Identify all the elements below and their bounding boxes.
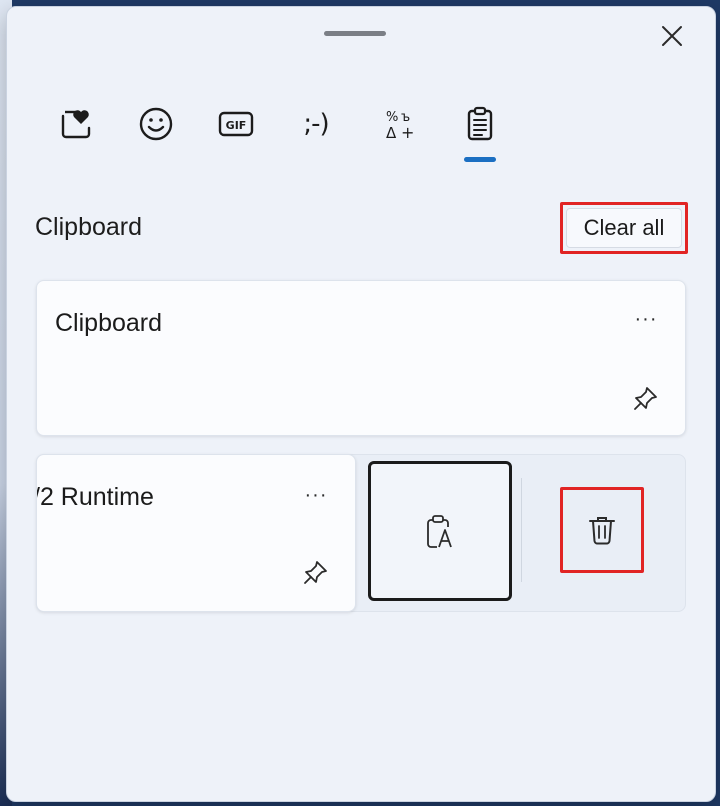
clipboard-item-text: Clipboard bbox=[55, 309, 163, 337]
gif-icon: GIF bbox=[218, 111, 254, 137]
pin-button[interactable] bbox=[631, 383, 661, 413]
selected-tab-indicator bbox=[464, 157, 496, 162]
section-title: Clipboard bbox=[35, 213, 143, 241]
drag-handle[interactable] bbox=[324, 31, 386, 36]
favorites-heart-icon bbox=[61, 110, 91, 139]
svg-text:%: % bbox=[386, 110, 398, 125]
delete-button[interactable] bbox=[560, 487, 644, 573]
clear-all-button[interactable]: Clear all bbox=[566, 208, 682, 248]
tab-kaomoji[interactable]: ;-) bbox=[288, 98, 344, 150]
tab-favorites[interactable] bbox=[48, 98, 104, 150]
trash-icon bbox=[589, 517, 615, 545]
svg-text:GIF: GIF bbox=[226, 119, 247, 132]
close-icon bbox=[662, 26, 682, 46]
kaomoji-icon: ;-) bbox=[303, 109, 329, 139]
clipboard-item[interactable]: Clipboard ··· bbox=[36, 280, 686, 436]
divider bbox=[521, 478, 522, 582]
pin-icon bbox=[304, 561, 327, 584]
svg-text:Δ: Δ bbox=[386, 124, 397, 141]
close-button[interactable] bbox=[654, 18, 690, 54]
more-options-button[interactable]: ··· bbox=[631, 307, 661, 331]
smiley-icon bbox=[139, 107, 173, 141]
tab-symbols[interactable]: % ъ Δ + bbox=[372, 98, 428, 150]
pin-icon bbox=[634, 387, 657, 410]
svg-text:+: + bbox=[401, 123, 414, 141]
more-options-button[interactable]: ··· bbox=[301, 483, 331, 507]
symbols-icon: % ъ Δ + bbox=[386, 110, 414, 141]
tab-emoji[interactable] bbox=[128, 98, 184, 150]
tab-gif[interactable]: GIF bbox=[208, 98, 264, 150]
clipboard-item-text: /2 Runtime bbox=[36, 483, 154, 511]
pin-button[interactable] bbox=[301, 557, 331, 587]
paste-as-text-icon bbox=[427, 515, 452, 548]
tab-clipboard[interactable] bbox=[452, 98, 508, 150]
clipboard-item[interactable]: /2 Runtime ··· bbox=[36, 454, 356, 612]
clipboard-icon bbox=[467, 106, 493, 141]
paste-as-text-button[interactable] bbox=[368, 461, 512, 601]
clear-all-highlight: Clear all bbox=[560, 202, 688, 254]
